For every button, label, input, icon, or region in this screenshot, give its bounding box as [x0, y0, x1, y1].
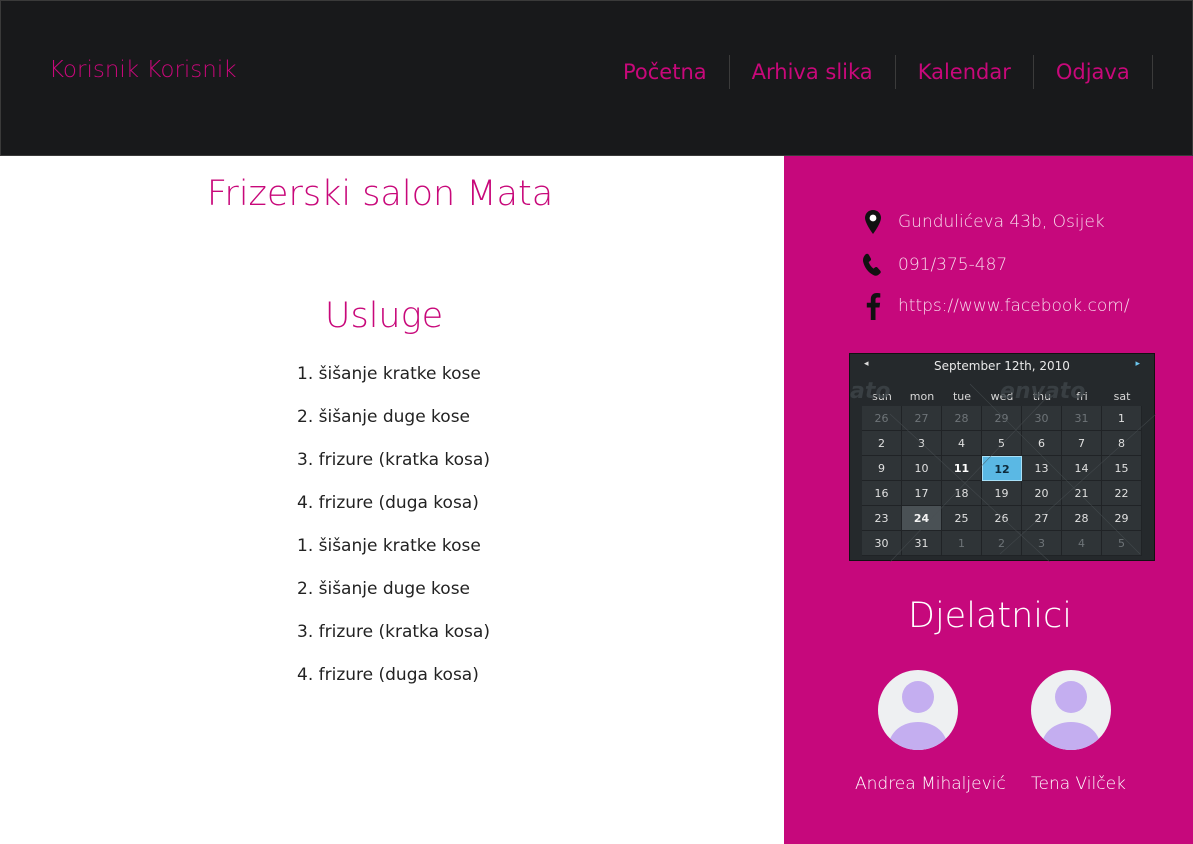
main-content: Frizerski salon Mata Usluge 1. šišanje k…	[0, 156, 784, 844]
service-item: 3. frizure (kratka kosa)	[297, 450, 490, 470]
staff-name: Tena Vilček	[1031, 774, 1126, 794]
nav-kalendar[interactable]: Kalendar	[896, 55, 1034, 89]
calendar-weekdays: sun mon tue wed thu fri sat	[862, 390, 1142, 403]
service-item: 2. šišanje duge kose	[297, 407, 471, 427]
calendar-day[interactable]: 5	[982, 431, 1022, 456]
map-pin-icon	[860, 208, 886, 236]
service-item: 4. frizure (duga kosa)	[297, 665, 479, 685]
calendar-day[interactable]: 27	[902, 406, 942, 431]
top-header: Korisnik Korisnik Početna Arhiva slika K…	[0, 0, 1193, 156]
weekday-label: mon	[909, 390, 935, 403]
service-item: 3. frizure (kratka kosa)	[297, 622, 490, 642]
calendar-day[interactable]: 22	[1102, 481, 1142, 506]
weekday-label: fri	[1076, 390, 1088, 403]
calendar-day[interactable]: 31	[1062, 406, 1102, 431]
calendar-day[interactable]: 4	[942, 431, 982, 456]
nav-odjava[interactable]: Odjava	[1034, 55, 1153, 89]
service-item: 1. šišanje kratke kose	[297, 536, 481, 556]
nav-arhiva-slika[interactable]: Arhiva slika	[730, 55, 896, 89]
staff-name: Andrea Mihaljević	[855, 774, 1006, 794]
calendar-day[interactable]: 3	[902, 431, 942, 456]
service-item: 4. frizure (duga kosa)	[297, 493, 479, 513]
weekday-label: sat	[1113, 390, 1131, 403]
calendar-day[interactable]: 13	[1022, 456, 1062, 481]
calendar-day[interactable]: 28	[942, 406, 982, 431]
calendar-day[interactable]: 27	[1022, 506, 1062, 531]
calendar-day[interactable]: 6	[1022, 431, 1062, 456]
user-avatar-icon	[888, 681, 948, 750]
phone-text[interactable]: 091/375-487	[898, 255, 1007, 275]
calendar-day[interactable]: 5	[1102, 531, 1142, 556]
calendar-day[interactable]: 20	[1022, 481, 1062, 506]
calendar-day[interactable]: 1	[942, 531, 982, 556]
calendar-day[interactable]: 3	[1022, 531, 1062, 556]
weekday-label: tue	[952, 390, 972, 403]
calendar-day[interactable]: 30	[862, 531, 902, 556]
weekday-label: thu	[1032, 390, 1052, 403]
service-item: 2. šišanje duge kose	[297, 579, 471, 599]
calendar-day[interactable]: 29	[982, 406, 1022, 431]
calendar-day[interactable]: 2	[982, 531, 1022, 556]
services-heading: Usluge	[324, 296, 444, 336]
main-nav: Početna Arhiva slika Kalendar Odjava	[601, 55, 1153, 89]
calendar-day[interactable]: 10	[902, 456, 942, 481]
calendar-day[interactable]: 17	[902, 481, 942, 506]
calendar-day[interactable]: 2	[862, 431, 902, 456]
weekday-label: wed	[990, 390, 1014, 403]
address-row: Gundulićeva 43b, Osijek	[860, 208, 1105, 236]
page-title: Frizerski salon Mata	[206, 174, 554, 214]
sidebar: Gundulićeva 43b, Osijek 091/375-487 http…	[784, 156, 1193, 844]
user-name[interactable]: Korisnik Korisnik	[49, 57, 237, 83]
calendar-widget: ◂ September 12th, 2010 ▸ sun mon tue wed…	[849, 353, 1156, 562]
calendar-day[interactable]: 19	[982, 481, 1022, 506]
calendar-day[interactable]: 26	[982, 506, 1022, 531]
weekday-label: sun	[872, 390, 892, 403]
calendar-header: ◂ September 12th, 2010 ▸	[850, 354, 1154, 380]
calendar-day[interactable]: 15	[1102, 456, 1142, 481]
facebook-link[interactable]: https://www.facebook.com/	[898, 296, 1130, 316]
calendar-month-label: September 12th, 2010	[934, 359, 1070, 373]
calendar-grid: 26 27 28 29 30 31 1 2 3 4 5 6 7 8 9 10 11 12 13 14 15 16 17 18 1…	[862, 406, 1142, 556]
facebook-row: https://www.facebook.com/	[860, 292, 1130, 320]
avatar[interactable]	[1031, 670, 1111, 750]
calendar-day[interactable]: 7	[1062, 431, 1102, 456]
calendar-day[interactable]: 8	[1102, 431, 1142, 456]
calendar-day[interactable]: 29	[1102, 506, 1142, 531]
calendar-day[interactable]: 23	[862, 506, 902, 531]
avatar[interactable]	[878, 670, 958, 750]
calendar-day[interactable]: 31	[902, 531, 942, 556]
calendar-day[interactable]: 11	[942, 456, 982, 481]
calendar-day[interactable]: 14	[1062, 456, 1102, 481]
facebook-icon	[860, 292, 886, 320]
user-avatar-icon	[1041, 681, 1101, 750]
calendar-day[interactable]: 16	[862, 481, 902, 506]
calendar-day[interactable]: 24	[902, 506, 942, 531]
nav-pocetna[interactable]: Početna	[601, 55, 730, 89]
calendar-day[interactable]: 9	[862, 456, 902, 481]
address-text: Gundulićeva 43b, Osijek	[898, 212, 1105, 232]
calendar-day[interactable]: 28	[1062, 506, 1102, 531]
next-month-arrow-icon[interactable]: ▸	[1135, 359, 1140, 369]
calendar-day[interactable]: 18	[942, 481, 982, 506]
services-list: 1. šišanje kratke kose 2. šišanje duge k…	[297, 362, 490, 706]
calendar-day[interactable]: 30	[1022, 406, 1062, 431]
staff-heading: Djelatnici	[908, 596, 1072, 636]
calendar-day[interactable]: 4	[1062, 531, 1102, 556]
calendar-day[interactable]: 1	[1102, 406, 1142, 431]
calendar-day[interactable]: 26	[862, 406, 902, 431]
service-item: 1. šišanje kratke kose	[297, 364, 481, 384]
calendar-day[interactable]: 12	[982, 456, 1022, 481]
phone-icon	[860, 251, 886, 279]
calendar-day[interactable]: 25	[942, 506, 982, 531]
phone-row: 091/375-487	[860, 251, 1007, 279]
calendar-day[interactable]: 21	[1062, 481, 1102, 506]
